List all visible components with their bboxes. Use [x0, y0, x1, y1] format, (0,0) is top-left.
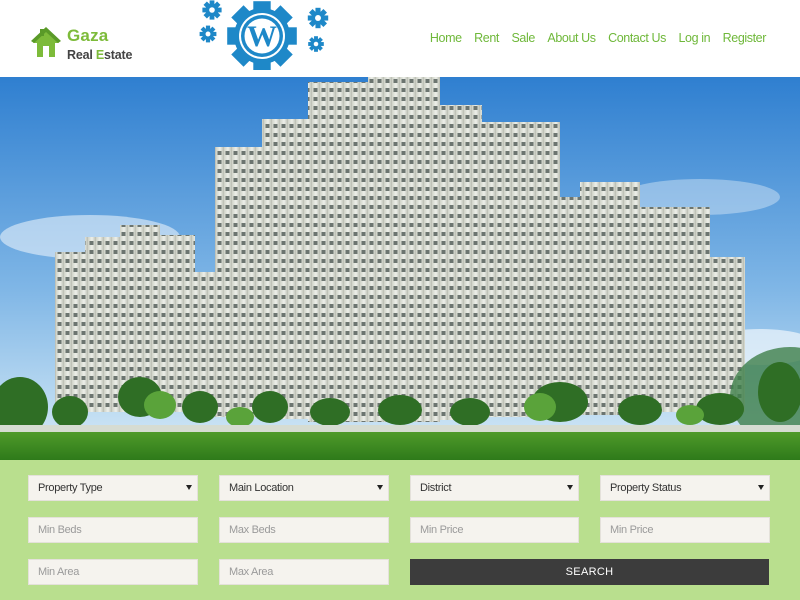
svg-text:W: W — [247, 20, 277, 53]
property-type-label: Property Type — [38, 482, 103, 494]
min-price-input[interactable]: Min Price — [410, 517, 579, 543]
house-icon — [31, 27, 61, 57]
property-status-label: Property Status — [610, 482, 682, 494]
hero-image — [0, 77, 800, 460]
main-nav: Home Rent Sale About Us Contact Us Log i… — [417, 31, 766, 45]
site-logo[interactable]: Gaza Real Estate — [31, 26, 133, 66]
site-header: Gaza Real Estate W Home Rent Sale About … — [0, 0, 800, 77]
district-label: District — [420, 482, 452, 494]
nav-home[interactable]: Home — [430, 31, 462, 45]
property-status-select[interactable]: Property Status — [600, 475, 770, 501]
caret-down-icon — [758, 485, 764, 490]
max-beds-input[interactable]: Max Beds — [219, 517, 389, 543]
caret-down-icon — [567, 485, 573, 490]
main-location-label: Main Location — [229, 482, 294, 494]
search-button[interactable]: SEARCH — [410, 559, 769, 585]
min-area-input[interactable]: Min Area — [28, 559, 198, 585]
nav-register[interactable]: Register — [723, 31, 767, 45]
nav-rent[interactable]: Rent — [474, 31, 499, 45]
logo-title: Gaza — [67, 26, 109, 45]
logo-subtitle: Real Estate — [67, 48, 133, 62]
nav-about-us[interactable]: About Us — [547, 31, 596, 45]
max-area-input[interactable]: Max Area — [219, 559, 389, 585]
hero-buildings-illustration — [0, 77, 800, 460]
main-location-select[interactable]: Main Location — [219, 475, 389, 501]
min-beds-input[interactable]: Min Beds — [28, 517, 198, 543]
nav-contact-us[interactable]: Contact Us — [608, 31, 666, 45]
district-select[interactable]: District — [410, 475, 579, 501]
caret-down-icon — [377, 485, 383, 490]
max-price-input[interactable]: Min Price — [600, 517, 770, 543]
nav-log-in[interactable]: Log in — [678, 31, 710, 45]
nav-sale[interactable]: Sale — [511, 31, 535, 45]
wordpress-gears-icon: W — [199, 0, 329, 70]
caret-down-icon — [186, 485, 192, 490]
property-type-select[interactable]: Property Type — [28, 475, 198, 501]
